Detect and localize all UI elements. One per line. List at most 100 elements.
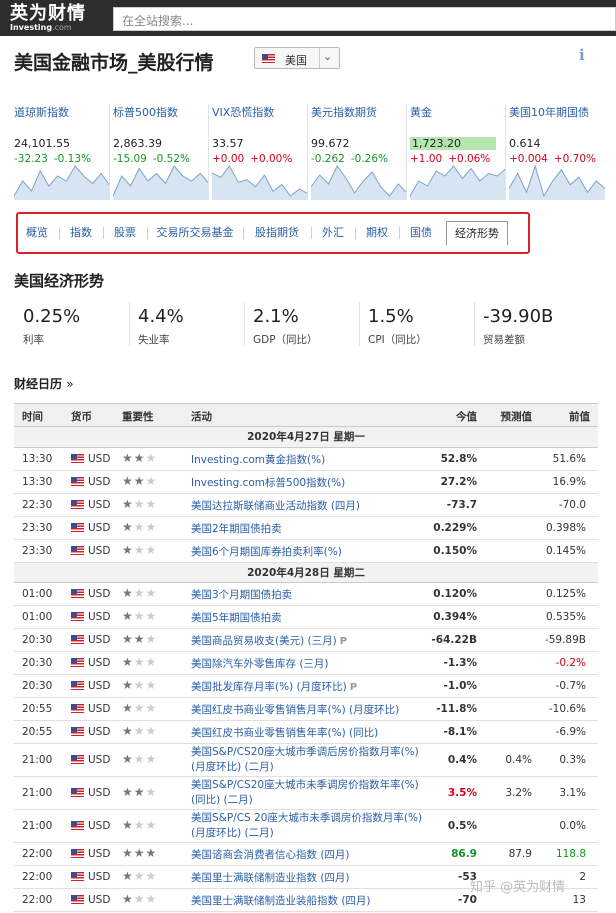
event-link[interactable]: 美国S&P/CS20座大城市未季调房价指数年率(%) (同比) (二月) [191, 779, 419, 806]
event-currency: USD [71, 754, 110, 766]
tab-3[interactable]: 交易所交易基金 [150, 221, 240, 245]
event-name[interactable]: 美国S&P/CS20座大城市季调后房价指数月率(%) (月度环比) (二月) [191, 745, 431, 775]
event-name[interactable]: 美国批发库存月率(%) (月度环比) P [191, 680, 431, 695]
importance-stars: ★★★ [122, 846, 157, 860]
event-link[interactable]: 美国3个月期国债拍卖 [191, 589, 292, 601]
star-icon: ★ [145, 723, 158, 738]
calendar-title[interactable]: 财经日历 » [14, 375, 74, 392]
event-name[interactable]: 美国S&P/CS20座大城市未季调房价指数年率(%) (同比) (二月) [191, 778, 431, 808]
investing-logo[interactable]: 英为财情 Investing.com [10, 4, 104, 32]
event-link[interactable]: Investing.com标普500指数(%) [191, 477, 345, 489]
economy-stat: -39.90B 贸易差额 [483, 306, 553, 347]
event-name[interactable]: 美国S&P/CS 20座大城市未季调房价指数月率(%) (月度环比) (二月) [191, 811, 431, 841]
event-link[interactable]: 美国里士满联储制造业装船指数 (四月) [191, 895, 371, 907]
index-ticker[interactable]: VIX恐慌指数 33.57 +0.00 +0.00% [212, 104, 308, 200]
event-link[interactable]: 美国S&P/CS 20座大城市未季调房价指数月率(%) (月度环比) (二月) [191, 812, 422, 839]
event-link[interactable]: 美国达拉斯联储商业活动指数 (四月) [191, 500, 360, 512]
index-ticker[interactable]: 美国10年期国债 0.614 +0.004 +0.70% [509, 104, 605, 200]
tab-2[interactable]: 股票 [106, 221, 144, 245]
tab-7[interactable]: 国债 [402, 221, 440, 245]
event-name[interactable]: 美国里士满联储制造业指数 (四月) [191, 871, 431, 886]
region-selector[interactable]: 美国 ⌄ [254, 47, 340, 69]
event-previous: 16.9% [552, 475, 586, 488]
ticker-price: 1,723.20 [410, 137, 496, 150]
event-name[interactable]: 美国红皮书商业零售销售月率(%) (月度环比) [191, 703, 431, 718]
tab-1[interactable]: 指数 [62, 221, 100, 245]
star-icon: ★ [122, 677, 134, 692]
ticker-name[interactable]: 美元指数期货 [311, 104, 407, 120]
economy-stat: 4.4% 失业率 [138, 306, 184, 347]
stat-divider [474, 302, 475, 346]
event-name[interactable]: 美国里士满联储制造业装船指数 (四月) [191, 894, 431, 909]
event-previous: -6.9% [555, 725, 586, 738]
tab-0[interactable]: 概览 [18, 221, 56, 245]
table-row: 22:30 USD ★★★ 美国达拉斯联储商业活动指数 (四月) -73.7 -70.0 [14, 494, 598, 517]
tab-4[interactable]: 股指期货 [246, 221, 308, 245]
event-link[interactable]: 美国S&P/CS20座大城市季调后房价指数月率(%) (月度环比) (二月) [191, 746, 419, 773]
event-link[interactable]: 美国红皮书商业零售销售月率(%) (月度环比) [191, 704, 399, 716]
stat-value: 0.25% [23, 306, 81, 327]
event-link[interactable]: 美国里士满联储制造业指数 (四月) [191, 872, 350, 884]
event-actual: 52.8% [440, 452, 477, 465]
ticker-name[interactable]: 美国10年期国债 [509, 104, 605, 120]
index-ticker[interactable]: 黄金 1,723.20 +1.00 +0.06% [410, 104, 506, 200]
ticker-price: 2,863.39 [113, 137, 162, 150]
index-ticker[interactable]: 美元指数期货 99.672 -0.262 -0.26% [311, 104, 407, 200]
event-currency: USD [71, 522, 110, 534]
event-name[interactable]: Investing.com标普500指数(%) [191, 476, 431, 491]
event-currency: USD [71, 657, 110, 669]
event-link[interactable]: 美国商品贸易收支(美元) (三月) [191, 635, 337, 647]
ticker-name[interactable]: VIX恐慌指数 [212, 104, 308, 120]
ticker-divider [406, 104, 407, 196]
event-link[interactable]: Investing.com黄金指数(%) [191, 454, 325, 466]
event-link[interactable]: 美国批发库存月率(%) (月度环比) [191, 681, 347, 693]
event-currency: USD [71, 499, 110, 511]
star-icon: ★ [122, 700, 134, 715]
event-link[interactable]: 美国除汽车外零售库存 (三月) [191, 658, 329, 670]
star-icon: ★ [133, 677, 146, 692]
header-currency: 货币 [71, 411, 92, 423]
event-previous: 0.398% [545, 521, 586, 534]
importance-stars: ★★★ [122, 451, 157, 465]
event-name[interactable]: 美国2年期国债拍卖 [191, 522, 431, 537]
ticker-name[interactable]: 标普500指数 [113, 104, 209, 120]
ticker-divider [307, 104, 308, 196]
tab-divider [59, 227, 60, 239]
index-ticker[interactable]: 标普500指数 2,863.39 -15.09 -0.52% [113, 104, 209, 200]
event-name[interactable]: 美国6个月期国库券拍卖利率(%) [191, 545, 431, 560]
info-icon[interactable]: i [579, 46, 595, 64]
tab-8[interactable]: 经济形势 [446, 221, 508, 245]
table-row: 01:00 USD ★★★ 美国5年期国债拍卖 0.394% 0.535% [14, 606, 598, 629]
event-previous: -0.2% [555, 656, 586, 669]
event-name[interactable]: 美国商品贸易收支(美元) (三月) P [191, 634, 431, 649]
ticker-name[interactable]: 道琼斯指数 [14, 104, 110, 120]
index-ticker[interactable]: 道琼斯指数 24,101.55 -32.23 -0.13% [14, 104, 110, 200]
calendar-arrow: » [66, 377, 74, 391]
stat-value: 2.1% [253, 306, 299, 327]
star-icon: ★ [145, 700, 158, 715]
event-name[interactable]: 美国除汽车外零售库存 (三月) [191, 657, 431, 672]
ticker-name[interactable]: 黄金 [410, 104, 506, 120]
event-name[interactable]: 美国3个月期国债拍卖 [191, 588, 431, 603]
event-name[interactable]: 美国达拉斯联储商业活动指数 (四月) [191, 499, 431, 514]
tab-5[interactable]: 外汇 [314, 221, 352, 245]
event-link[interactable]: 美国2年期国债拍卖 [191, 523, 282, 535]
event-name[interactable]: 美国红皮书商业零售销售年率(%) (同比) [191, 726, 431, 741]
tab-6[interactable]: 期权 [358, 221, 396, 245]
event-name[interactable]: Investing.com黄金指数(%) [191, 453, 431, 468]
event-link[interactable]: 美国6个月期国库券拍卖利率(%) [191, 546, 342, 558]
tab-divider [399, 227, 400, 239]
event-link[interactable]: 美国红皮书商业零售销售年率(%) (同比) [191, 727, 378, 739]
currency-code: USD [88, 725, 111, 738]
us-flag-icon [71, 821, 84, 830]
search-input[interactable]: 在全站搜索... [113, 7, 616, 31]
preliminary-icon: P [339, 635, 348, 647]
event-link[interactable]: 美国5年期国债拍卖 [191, 612, 282, 624]
importance-stars: ★★★ [122, 785, 157, 799]
event-link[interactable]: 美国谘商会消费者信心指数 (四月) [191, 849, 350, 861]
star-icon: ★ [133, 845, 146, 860]
event-name[interactable]: 美国5年期国债拍卖 [191, 611, 431, 626]
event-name[interactable]: 美国谘商会消费者信心指数 (四月) [191, 848, 431, 863]
header-previous: 前值 [569, 411, 590, 423]
tab-divider [147, 227, 148, 239]
